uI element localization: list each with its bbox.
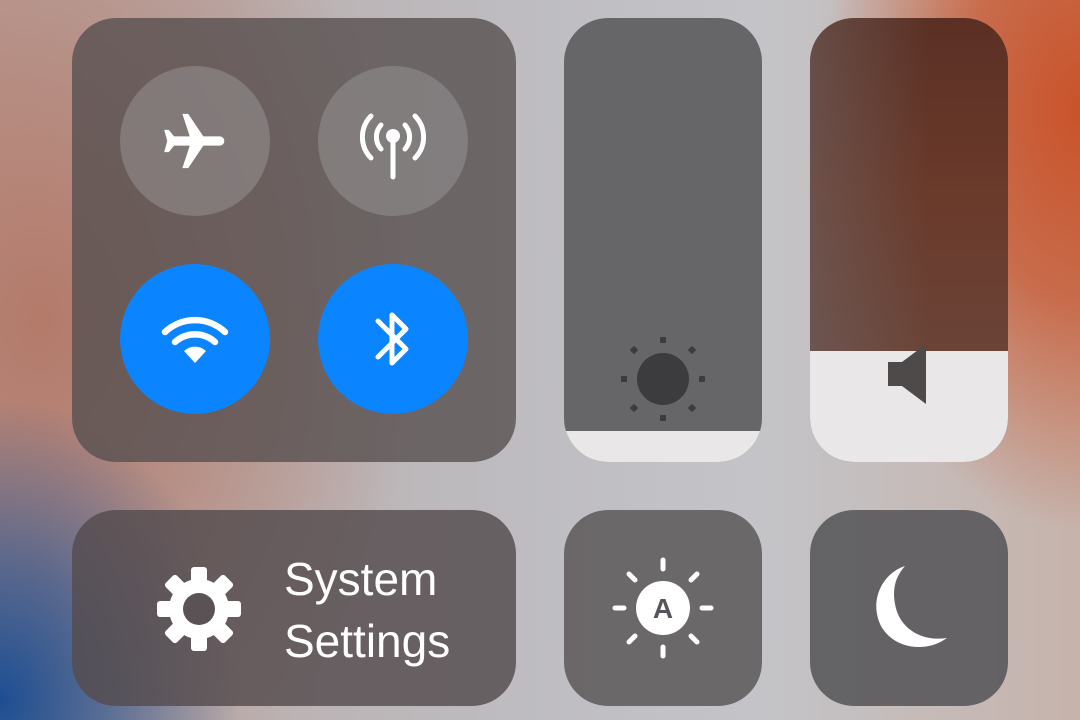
gear-icon	[154, 564, 244, 659]
airplane-icon	[164, 113, 225, 169]
auto-brightness-icon: A	[612, 557, 714, 659]
volume-slider[interactable]	[810, 18, 1008, 462]
speaker-icon	[886, 338, 932, 415]
settings-label-line2: Settings	[284, 615, 451, 667]
settings-label-line1: System	[284, 553, 438, 605]
connectivity-panel	[72, 18, 516, 462]
cellular-data-toggle[interactable]	[318, 66, 468, 216]
brightness-slider[interactable]	[564, 18, 762, 462]
auto-brightness-letter: A	[653, 593, 673, 624]
do-not-disturb-button[interactable]	[810, 510, 1008, 706]
airplane-mode-toggle[interactable]	[120, 66, 270, 216]
system-settings-button[interactable]: System Settings	[72, 510, 516, 706]
wifi-icon	[161, 316, 229, 363]
moon-icon	[876, 566, 947, 648]
system-settings-label: System Settings	[284, 548, 450, 672]
wifi-toggle[interactable]	[120, 264, 270, 414]
bluetooth-toggle[interactable]	[318, 264, 468, 414]
auto-brightness-button[interactable]: A	[564, 510, 762, 706]
bluetooth-icon	[375, 312, 409, 366]
brightness-slider-fill	[564, 430, 762, 462]
control-center: System Settings A	[0, 0, 1080, 720]
cellular-antenna-icon	[359, 113, 427, 180]
sun-icon	[618, 334, 708, 429]
